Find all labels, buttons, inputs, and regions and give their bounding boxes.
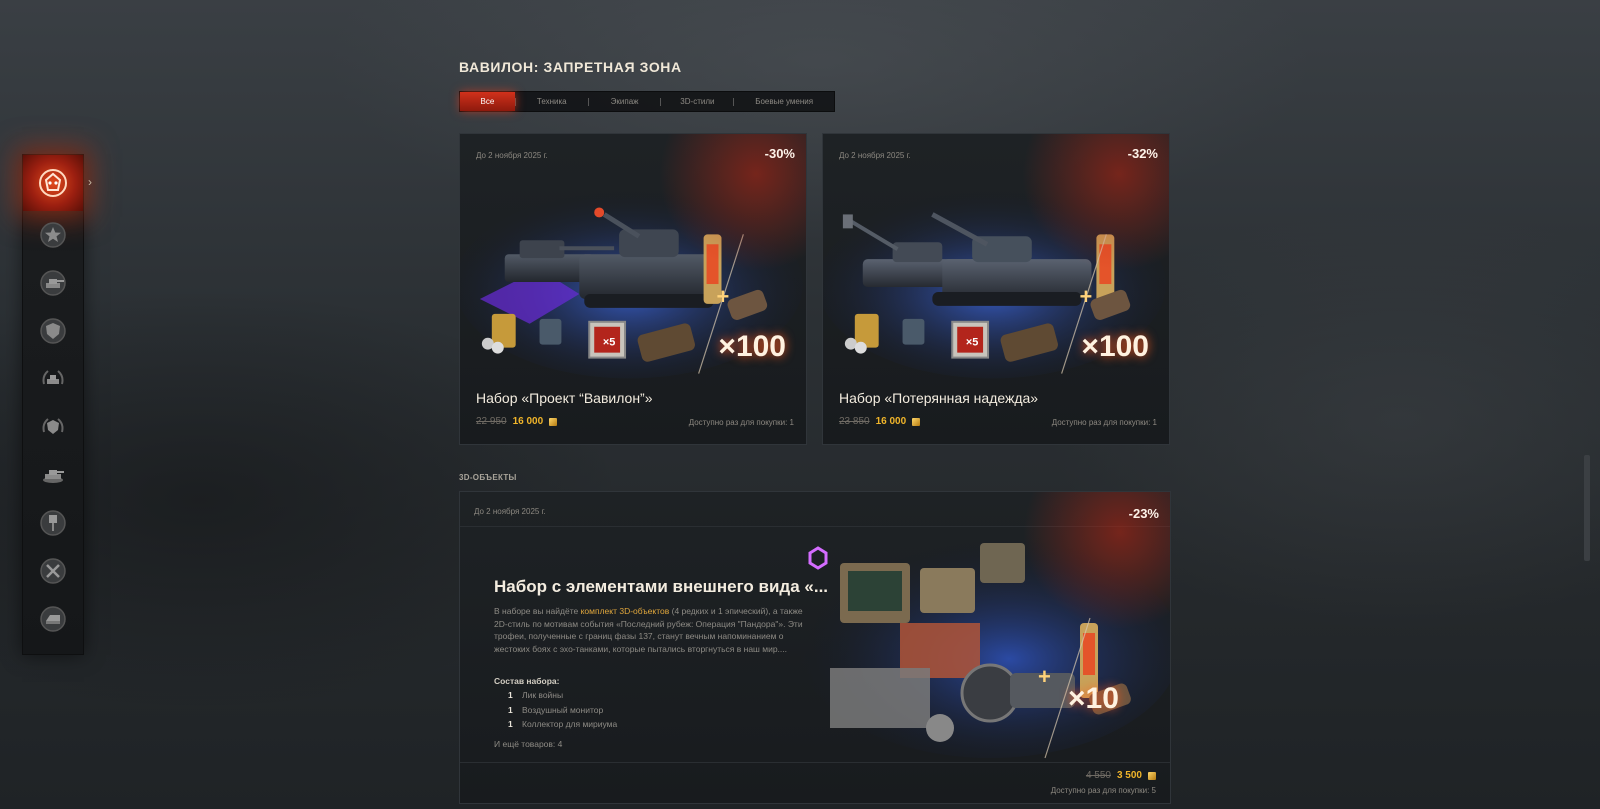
offer-card-babylon[interactable]: До 2 ноября 2025 г. -30% + ×5 ×100 Набор… — [459, 133, 807, 445]
shield-badge-icon — [36, 314, 70, 348]
tab-vehicles[interactable]: Техника — [516, 92, 588, 111]
price-row: 4 550 3 500 — [1086, 770, 1156, 781]
sidebar-item-wot[interactable] — [23, 403, 83, 451]
new-price: 16 000 — [875, 416, 907, 427]
purchase-limit: Доступно раз для покупки: 1 — [688, 418, 794, 427]
sidebar-item-equipment[interactable] — [23, 547, 83, 595]
tank-icon — [36, 458, 70, 492]
discount-badge: -30% — [764, 146, 795, 161]
tab-crew[interactable]: Экипаж — [589, 92, 661, 111]
price-row: 22 950 16 000 — [476, 416, 558, 427]
offer-artwork: + — [800, 538, 1170, 759]
sidebar-item-vehicles[interactable] — [23, 259, 83, 307]
paint-brush-icon — [36, 506, 70, 540]
svg-text:+: + — [717, 284, 730, 309]
tank-turret-icon — [36, 266, 70, 300]
offer-date: До 2 ноября 2025 г. — [474, 507, 546, 516]
old-price: 4 550 — [1085, 770, 1111, 781]
price-row: 23 850 16 000 — [839, 416, 921, 427]
offer-multiplier: ×100 — [718, 330, 786, 363]
purchase-limit: Доступно раз для покупки: 5 — [1050, 786, 1156, 795]
more-items-count: И ещё товаров: 4 — [494, 739, 563, 749]
offer-description: В наборе вы найдёте комплект 3D-объектов… — [494, 605, 804, 655]
scrollbar-thumb[interactable] — [1584, 455, 1590, 561]
svg-text:+: + — [1080, 284, 1093, 309]
gold-icon — [912, 417, 921, 426]
offer-date: До 2 ноября 2025 г. — [476, 151, 548, 160]
item-name: Коллектор для мириума — [522, 719, 618, 729]
sidebar-item-gold[interactable] — [23, 595, 83, 643]
divider — [460, 762, 1170, 763]
tank-laurel-icon — [36, 362, 70, 396]
world-of-tanks-emblem-icon — [36, 410, 70, 444]
sidebar-item-styles[interactable] — [23, 499, 83, 547]
star-icon — [36, 218, 70, 252]
sidebar-item-featured[interactable] — [23, 211, 83, 259]
offer-multiplier: ×10 — [1068, 682, 1119, 715]
page-title: ВАВИЛОН: ЗАПРЕТНАЯ ЗОНА — [459, 59, 682, 75]
sidebar-item-event[interactable] — [23, 155, 83, 211]
gold-ingot-icon — [36, 602, 70, 636]
offer-artwork: + ×5 — [460, 189, 803, 379]
sidebar-item-badges[interactable] — [23, 307, 83, 355]
offer-card-3d-objects[interactable]: До 2 ноября 2025 г. -23% + ×10 Набор с э… — [459, 491, 1171, 804]
chevron-right-icon[interactable]: › — [88, 176, 96, 188]
list-item: 1 Лик войны — [508, 688, 617, 703]
new-price: 3 500 — [1116, 770, 1142, 781]
stamp-multiplier: ×5 — [603, 337, 615, 349]
discount-badge: -32% — [1127, 146, 1158, 161]
section-label-3d-objects: 3D-ОБЪЕКТЫ — [459, 473, 517, 482]
offer-card-lost-hope[interactable]: До 2 ноября 2025 г. -32% + ×5 ×100 Набор… — [822, 133, 1170, 445]
purchase-limit: Доступно раз для покупки: 1 — [1051, 418, 1157, 427]
divider — [460, 526, 1170, 527]
stamp-multiplier: ×5 — [966, 337, 978, 349]
description-link[interactable]: комплект 3D-объектов — [581, 606, 670, 616]
offer-name: Набор «Проект “Вавилон”» — [476, 390, 653, 406]
offer-artwork: + ×5 — [823, 189, 1166, 379]
old-price: 23 850 — [839, 416, 870, 427]
tab-all[interactable]: Все — [460, 92, 515, 111]
description-text: В наборе вы найдёте — [494, 606, 581, 616]
offer-date: До 2 ноября 2025 г. — [839, 151, 911, 160]
sidebar — [22, 154, 84, 655]
category-tabs: Все Техника Экипаж 3D-стили Боевые умени… — [459, 91, 835, 112]
item-qty: 1 — [508, 704, 513, 715]
offer-multiplier: ×100 — [1081, 330, 1149, 363]
discount-badge: -23% — [1128, 506, 1159, 521]
svg-text:+: + — [1038, 664, 1051, 689]
list-item: 1 Коллектор для мириума — [508, 717, 617, 732]
gold-icon — [549, 417, 558, 426]
item-name: Лик войны — [522, 690, 564, 700]
babylon-event-icon — [36, 166, 70, 200]
new-price: 16 000 — [512, 416, 544, 427]
list-item: 1 Воздушный монитор — [508, 703, 617, 718]
sidebar-item-premium[interactable] — [23, 355, 83, 403]
item-qty: 1 — [508, 719, 513, 729]
sidebar-item-tanks[interactable] — [23, 451, 83, 499]
contents-list: 1 Лик войны 1 Воздушный монитор 1 Коллек… — [508, 688, 617, 732]
item-name: Воздушный монитор — [522, 704, 604, 715]
old-price: 22 950 — [476, 416, 507, 427]
offer-title: Набор с элементами внешнего вида «... — [494, 577, 829, 596]
gold-icon — [1148, 771, 1156, 780]
offer-name: Набор «Потерянная надежда» — [839, 390, 1039, 406]
tab-combat-skills[interactable]: Боевые умения — [734, 92, 834, 111]
tab-3d-styles[interactable]: 3D-стили — [661, 92, 733, 111]
tools-icon — [36, 554, 70, 588]
item-qty: 1 — [508, 690, 513, 700]
contents-title: Состав набора: — [494, 676, 560, 686]
